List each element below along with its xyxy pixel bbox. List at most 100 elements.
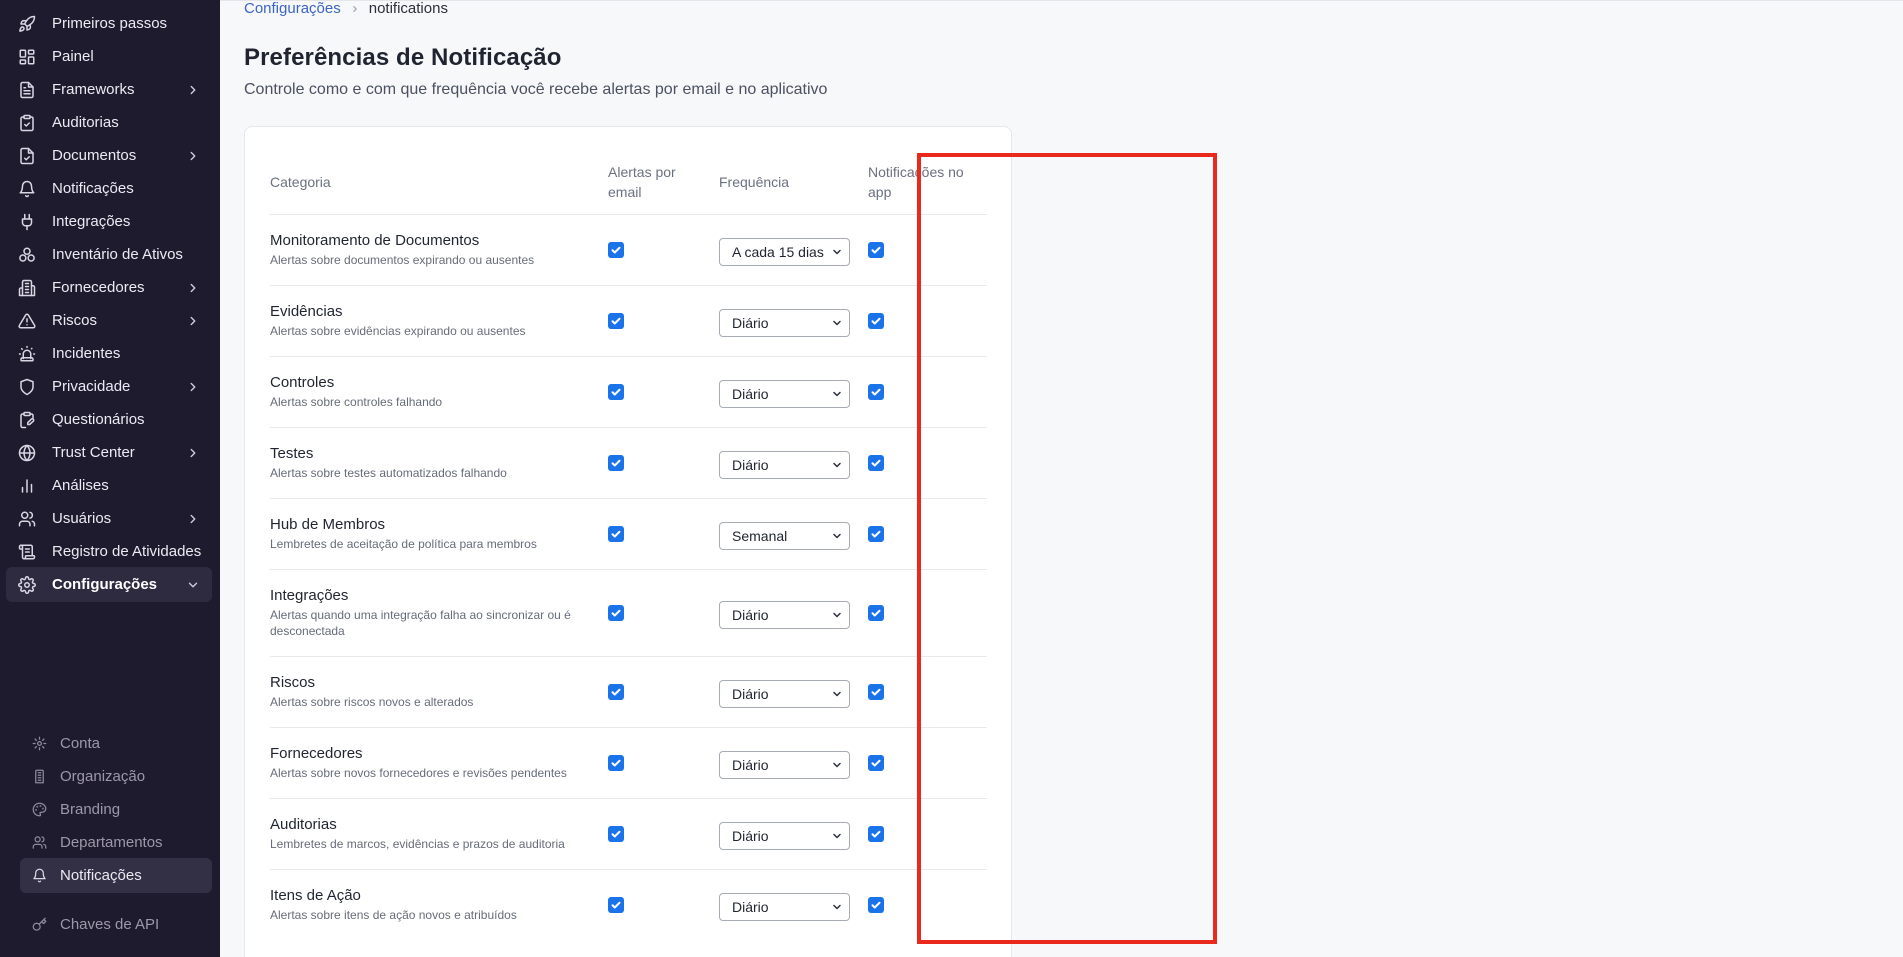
chevron-down-icon [831, 688, 843, 700]
column-header-email-line2: email [608, 184, 642, 200]
chevron-right-icon [184, 378, 202, 396]
chevron-down-icon [831, 530, 843, 542]
email-alert-checkbox[interactable] [608, 313, 624, 329]
sidebar-item-label: Configurações [52, 576, 158, 593]
sidebar-item-label: Usuários [52, 510, 112, 527]
row-divider [270, 498, 987, 499]
bell-icon [16, 178, 38, 200]
frequency-select[interactable]: Diário [719, 309, 850, 337]
in-app-notification-checkbox[interactable] [868, 684, 884, 700]
sidebar-subitem-label: Departamentos [60, 834, 163, 851]
chevron-right-icon [184, 279, 202, 297]
chevron-down-icon [831, 459, 843, 471]
sidebar-item-primeiros-passos[interactable]: Primeiros passos [6, 6, 212, 41]
category-description: Alertas sobre evidências expirando ou au… [270, 324, 526, 338]
sidebar-subitem-conta[interactable]: Conta [20, 726, 212, 761]
sidebar-item-incidentes[interactable]: Incidentes [6, 336, 212, 371]
sidebar-item-fornecedores[interactable]: Fornecedores [6, 270, 212, 305]
users-icon [16, 508, 38, 530]
sidebar-item-painel[interactable]: Painel [6, 39, 212, 74]
sidebar-item-label: Riscos [52, 312, 98, 329]
in-app-notification-checkbox[interactable] [868, 897, 884, 913]
chevron-down-icon [831, 246, 843, 258]
sidebar-item-label: Questionários [52, 411, 145, 428]
sidebar-subitem-notificacoes[interactable]: Notificações [20, 858, 212, 893]
frequency-select[interactable]: Semanal [719, 522, 850, 550]
sidebar-subitem-departamentos[interactable]: Departamentos [20, 825, 212, 860]
in-app-notification-checkbox[interactable] [868, 755, 884, 771]
bell-icon [30, 867, 48, 885]
page-title: Preferências de Notificação [244, 44, 562, 71]
frequency-select[interactable]: Diário [719, 751, 850, 779]
dashboard-icon [16, 46, 38, 68]
gear-icon [30, 735, 48, 753]
email-alert-checkbox[interactable] [608, 526, 624, 542]
category-description: Alertas sobre novos fornecedores e revis… [270, 766, 567, 780]
clipboard-check-icon [16, 112, 38, 134]
in-app-notification-checkbox[interactable] [868, 526, 884, 542]
sidebar-item-configuracoes[interactable]: Configurações [6, 567, 212, 602]
chevron-right-icon [184, 81, 202, 99]
building-icon [16, 277, 38, 299]
sidebar-item-usuarios[interactable]: Usuários [6, 501, 212, 536]
sidebar-item-questionarios[interactable]: Questionários [6, 402, 212, 437]
in-app-notification-checkbox[interactable] [868, 313, 884, 329]
email-alert-checkbox[interactable] [608, 605, 624, 621]
in-app-notification-checkbox[interactable] [868, 455, 884, 471]
email-alert-checkbox[interactable] [608, 242, 624, 258]
email-alert-checkbox[interactable] [608, 455, 624, 471]
sidebar-item-label: Primeiros passos [52, 15, 168, 32]
in-app-notification-checkbox[interactable] [868, 384, 884, 400]
in-app-notification-checkbox[interactable] [868, 605, 884, 621]
frequency-select[interactable]: Diário [719, 451, 850, 479]
email-alert-checkbox[interactable] [608, 684, 624, 700]
sidebar-subitem-organizacao[interactable]: Organização [20, 759, 212, 794]
sidebar-subitem-chaves-de-api[interactable]: Chaves de API [20, 907, 212, 942]
row-divider [270, 569, 987, 570]
chevron-down-icon [831, 901, 843, 913]
email-alert-checkbox[interactable] [608, 384, 624, 400]
email-alert-checkbox[interactable] [608, 897, 624, 913]
sidebar-item-registro-de-atividades[interactable]: Registro de Atividades [6, 534, 212, 569]
frequency-select-value: Diário [732, 457, 769, 473]
sidebar-item-auditorias[interactable]: Auditorias [6, 105, 212, 140]
frequency-select-value: Diário [732, 315, 769, 331]
sidebar-item-integracoes[interactable]: Integrações [6, 204, 212, 239]
frequency-select[interactable]: Diário [719, 380, 850, 408]
category-title: Monitoramento de Documentos [270, 232, 480, 249]
frequency-select[interactable]: A cada 15 dias [719, 238, 850, 266]
frequency-select[interactable]: Diário [719, 822, 850, 850]
chevron-down-icon [184, 576, 202, 594]
sidebar-item-frameworks[interactable]: Frameworks [6, 72, 212, 107]
sidebar-item-inventario-de-ativos[interactable]: Inventário de Ativos [6, 237, 212, 272]
row-divider [270, 427, 987, 428]
frequency-select[interactable]: Diário [719, 680, 850, 708]
frequency-select[interactable]: Diário [719, 601, 850, 629]
chevron-down-icon [831, 317, 843, 329]
sidebar-item-label: Auditorias [52, 114, 119, 131]
email-alert-checkbox[interactable] [608, 826, 624, 842]
category-description: Alertas sobre itens de ação novos e atri… [270, 908, 517, 922]
in-app-notification-checkbox[interactable] [868, 826, 884, 842]
sidebar-item-documentos[interactable]: Documentos [6, 138, 212, 173]
frequency-select-value: Diário [732, 757, 769, 773]
row-divider [270, 285, 987, 286]
sidebar-item-label: Análises [52, 477, 109, 494]
category-title: Hub de Membros [270, 516, 386, 533]
email-alert-checkbox[interactable] [608, 755, 624, 771]
sidebar-subitem-label: Notificações [60, 867, 142, 884]
sidebar-item-notificacoes[interactable]: Notificações [6, 171, 212, 206]
sidebar-item-riscos[interactable]: Riscos [6, 303, 212, 338]
category-description: Alertas quando uma integração falha ao s… [270, 608, 571, 638]
sidebar-item-privacidade[interactable]: Privacidade [6, 369, 212, 404]
sidebar-item-analises[interactable]: Análises [6, 468, 212, 503]
category-title: Fornecedores [270, 745, 363, 762]
sidebar-item-trust-center[interactable]: Trust Center [6, 435, 212, 470]
frequency-select-value: Diário [732, 686, 769, 702]
in-app-notification-checkbox[interactable] [868, 242, 884, 258]
plug-icon [16, 211, 38, 233]
breadcrumb-link-configuracoes[interactable]: Configurações [244, 0, 341, 17]
frequency-select[interactable]: Diário [719, 893, 850, 921]
sidebar-subitem-branding[interactable]: Branding [20, 792, 212, 827]
gear-icon [16, 574, 38, 596]
